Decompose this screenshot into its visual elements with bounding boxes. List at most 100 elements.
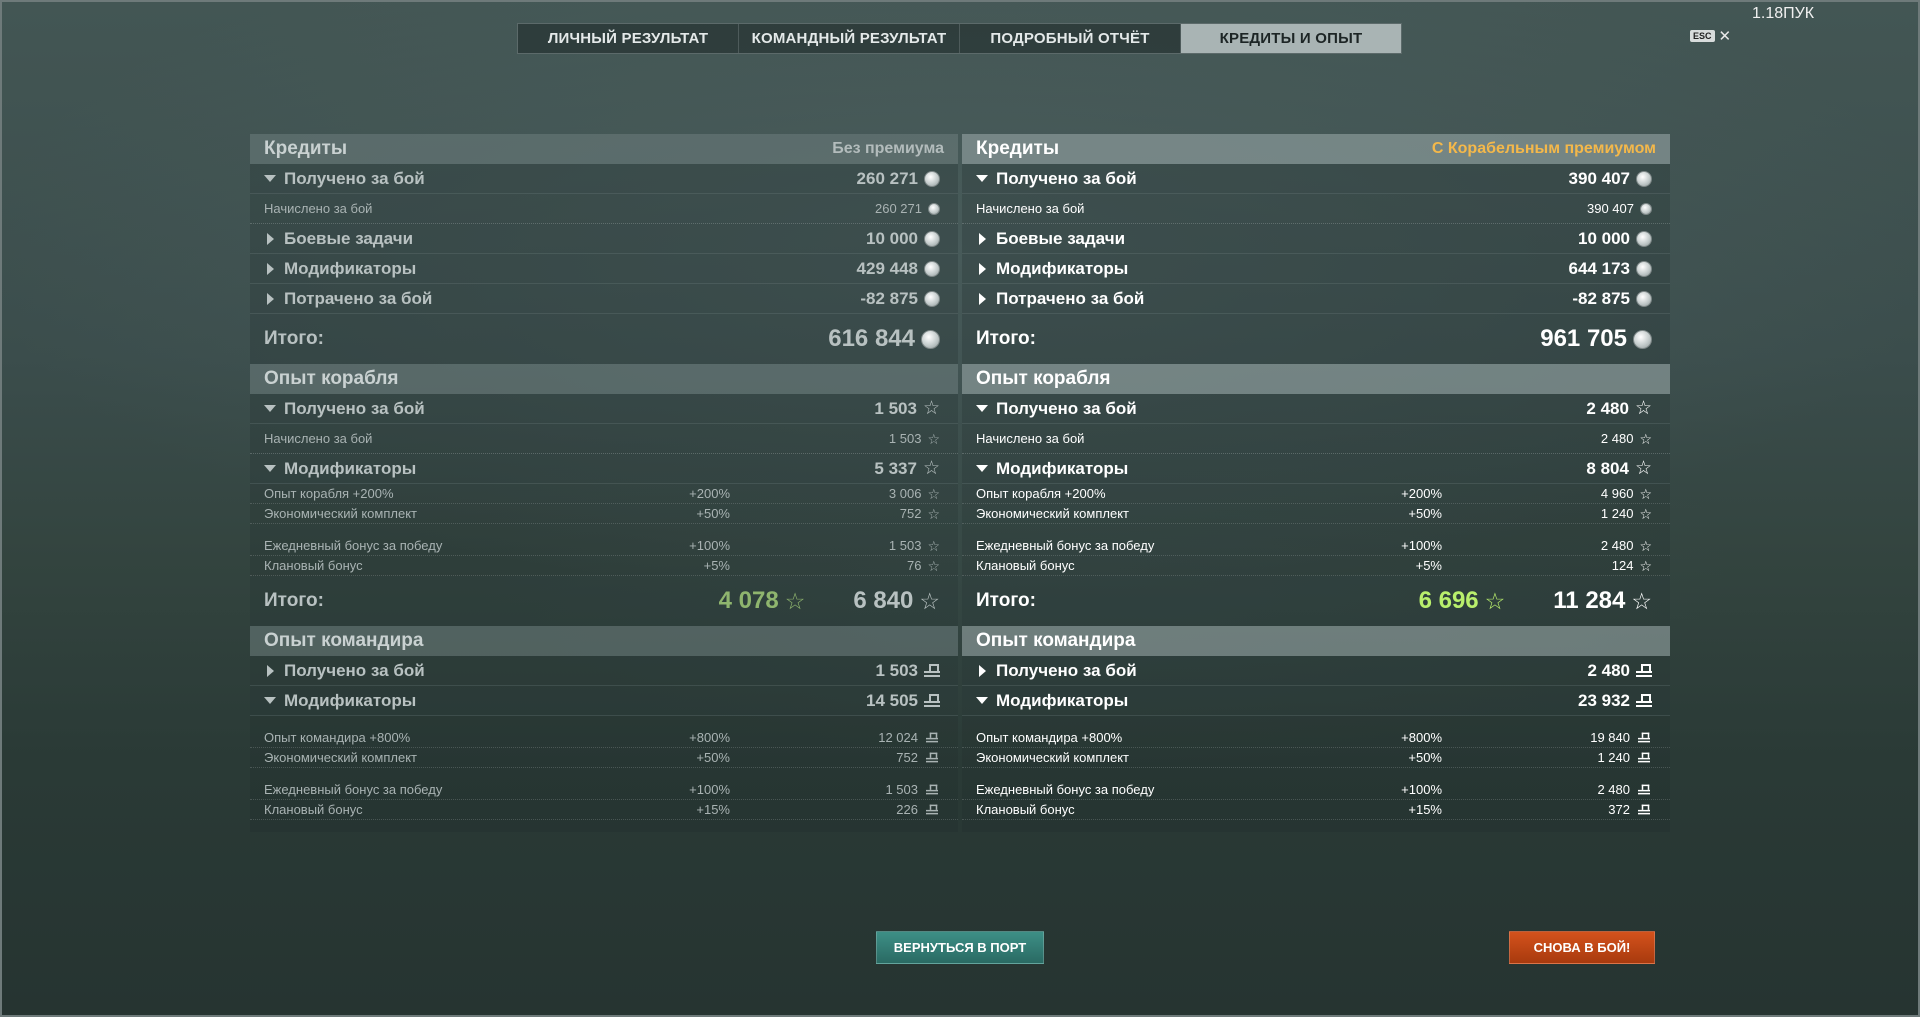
row-value: 10 000 xyxy=(1578,228,1630,248)
esc-key-badge: ESC xyxy=(1690,30,1715,42)
commander-xp-title: Опыт командира xyxy=(976,630,1136,651)
return-to-port-button[interactable]: ВЕРНУТЬСЯ В ПОРТ xyxy=(876,931,1044,964)
premium-status-label: С Корабельным премиумом xyxy=(1431,140,1656,157)
commander-cap-icon xyxy=(926,732,938,743)
modifier-value: 226 xyxy=(896,802,918,817)
commander-cap-icon xyxy=(1638,732,1650,743)
ship-xp-modifiers-row[interactable]: Модификаторы 8 804 ☆ xyxy=(962,454,1670,484)
modifier-label: Экономический комплект xyxy=(976,750,1129,765)
credits-missions-row[interactable]: Боевые задачи 10 000 xyxy=(250,224,958,254)
modifier-value: 1 240 xyxy=(1600,506,1634,521)
modifier-item: Экономический комплект +50% 1 240 ☆ xyxy=(962,504,1670,524)
commander-cap-icon xyxy=(1638,784,1650,795)
ship-xp-received-row[interactable]: Получено за бой 1 503 ☆ xyxy=(250,394,958,424)
expand-arrow-icon[interactable] xyxy=(979,292,986,305)
modifier-item: Опыт корабля +200% +200% 4 960 ☆ xyxy=(962,484,1670,504)
modifier-label: Клановый бонус xyxy=(264,558,363,573)
commander-xp-header: Опыт командира xyxy=(250,626,958,656)
star-icon: ☆ xyxy=(1639,537,1652,554)
expand-arrow-icon[interactable] xyxy=(979,664,986,677)
panel-without-premium: Кредиты Без премиума Получено за бой 260… xyxy=(250,134,958,832)
credits-missions-row[interactable]: Боевые задачи 10 000 xyxy=(962,224,1670,254)
commander-xp-received-row[interactable]: Получено за бой 1 503 xyxy=(250,656,958,686)
row-label: Модификаторы xyxy=(996,258,1129,278)
modifier-item: Клановый бонус +5% 124 ☆ xyxy=(962,556,1670,576)
star-icon: ☆ xyxy=(927,485,940,502)
collapse-arrow-icon[interactable] xyxy=(264,697,276,704)
star-icon: ☆ xyxy=(1639,485,1652,502)
modifier-percent: +5% xyxy=(1415,558,1442,573)
tab-personal-result[interactable]: ЛИЧНЫЙ РЕЗУЛЬТАТ xyxy=(518,24,739,53)
row-value: 1 503 xyxy=(888,431,922,446)
credits-accrued-row: Начислено за бой 260 271 xyxy=(250,194,958,224)
ship-xp-received-row[interactable]: Получено за бой 2 480 ☆ xyxy=(962,394,1670,424)
row-label: Боевые задачи xyxy=(284,228,414,248)
collapse-arrow-icon[interactable] xyxy=(264,465,276,472)
modifier-label: Ежедневный бонус за победу xyxy=(264,538,443,553)
row-value: 644 173 xyxy=(1568,258,1630,278)
collapse-arrow-icon[interactable] xyxy=(976,465,988,472)
modifier-value: 3 006 xyxy=(888,486,922,501)
star-icon: ☆ xyxy=(922,458,940,479)
expand-arrow-icon[interactable] xyxy=(267,232,274,245)
expand-arrow-icon[interactable] xyxy=(267,292,274,305)
expand-arrow-icon[interactable] xyxy=(267,664,274,677)
star-icon: ☆ xyxy=(1639,430,1652,447)
battle-again-button[interactable]: СНОВА В БОЙ! xyxy=(1509,931,1655,964)
row-label: Получено за бой xyxy=(996,168,1137,188)
free-xp-value: 6 696 xyxy=(1418,587,1479,614)
ship-xp-total-row: Итого: 4 078 ☆ 6 840 ☆ xyxy=(250,576,958,626)
collapse-arrow-icon[interactable] xyxy=(976,405,988,412)
expand-arrow-icon[interactable] xyxy=(267,262,274,275)
row-value: 5 337 xyxy=(874,458,917,478)
star-icon: ☆ xyxy=(919,587,940,614)
modifier-percent: +200% xyxy=(1401,486,1442,501)
credits-title: Кредиты xyxy=(976,138,1060,159)
row-label: Получено за бой xyxy=(996,398,1137,418)
modifier-value: 1 240 xyxy=(1597,750,1630,765)
commander-cap-icon xyxy=(924,664,940,677)
collapse-arrow-icon[interactable] xyxy=(264,175,276,182)
credits-received-row[interactable]: Получено за бой 390 407 xyxy=(962,164,1670,194)
credits-spent-row[interactable]: Потрачено за бой -82 875 xyxy=(250,284,958,314)
modifier-percent: +100% xyxy=(1401,782,1442,797)
row-value: 260 271 xyxy=(856,168,918,188)
commander-xp-modifiers-row[interactable]: Модификаторы 14 505 xyxy=(250,686,958,716)
modifier-percent: +800% xyxy=(689,730,730,745)
row-value: 10 000 xyxy=(866,228,918,248)
collapse-arrow-icon[interactable] xyxy=(976,697,988,704)
modifier-item: Ежедневный бонус за победу +100% 1 503 xyxy=(250,780,958,800)
credits-modifiers-row[interactable]: Модификаторы 644 173 xyxy=(962,254,1670,284)
credits-modifiers-row[interactable]: Модификаторы 429 448 xyxy=(250,254,958,284)
tab-team-result[interactable]: КОМАНДНЫЙ РЕЗУЛЬТАТ xyxy=(739,24,960,53)
commander-xp-received-row[interactable]: Получено за бой 2 480 xyxy=(962,656,1670,686)
tab-credits-and-xp[interactable]: КРЕДИТЫ И ОПЫТ xyxy=(1181,24,1401,53)
row-label: Начислено за бой xyxy=(976,201,1085,216)
credits-spent-row[interactable]: Потрачено за бой -82 875 xyxy=(962,284,1670,314)
row-value: 429 448 xyxy=(856,258,918,278)
commander-cap-icon xyxy=(1636,694,1652,707)
free-xp-star-icon: ☆ xyxy=(1484,587,1506,614)
modifier-label: Экономический комплект xyxy=(976,506,1129,521)
expand-arrow-icon[interactable] xyxy=(979,232,986,245)
tab-detailed-report[interactable]: ПОДРОБНЫЙ ОТЧЁТ xyxy=(960,24,1181,53)
ship-xp-modifiers-row[interactable]: Модификаторы 5 337 ☆ xyxy=(250,454,958,484)
row-value: 2 480 xyxy=(1586,398,1629,418)
row-value: 1 503 xyxy=(875,660,918,680)
commander-xp-modifiers-row[interactable]: Модификаторы 23 932 xyxy=(962,686,1670,716)
modifier-item: Ежедневный бонус за победу +100% 2 480 ☆ xyxy=(962,536,1670,556)
modifier-percent: +100% xyxy=(689,538,730,553)
row-label: Получено за бой xyxy=(284,168,425,188)
modifier-percent: +50% xyxy=(696,750,730,765)
modifier-label: Экономический комплект xyxy=(264,506,417,521)
star-icon: ☆ xyxy=(927,430,940,447)
close-icon: ✕ xyxy=(1718,28,1732,45)
expand-arrow-icon[interactable] xyxy=(979,262,986,275)
collapse-arrow-icon[interactable] xyxy=(976,175,988,182)
modifier-item: Экономический комплект +50% 752 xyxy=(250,748,958,768)
credits-received-row[interactable]: Получено за бой 260 271 xyxy=(250,164,958,194)
commander-xp-title: Опыт командира xyxy=(264,630,424,651)
collapse-arrow-icon[interactable] xyxy=(264,405,276,412)
esc-close-button[interactable]: ESC ✕ xyxy=(1690,27,1731,45)
modifier-value: 124 xyxy=(1611,558,1634,573)
